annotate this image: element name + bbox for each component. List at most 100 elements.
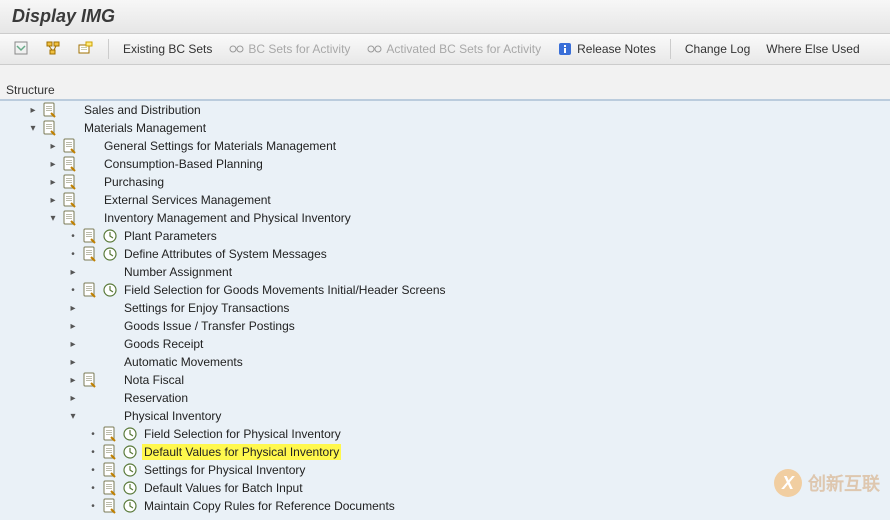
tree-row[interactable]: ▸ Reservation <box>0 389 890 407</box>
expand-toggle[interactable]: ▸ <box>48 177 58 187</box>
tree-node-label[interactable]: Define Attributes of System Messages <box>122 246 329 262</box>
tree-row[interactable]: ▾ Inventory Management and Physical Inven… <box>0 209 890 227</box>
expand-toggle[interactable]: ▸ <box>68 393 78 403</box>
tree-row[interactable]: ▸ General Settings for Materials Manageme… <box>0 137 890 155</box>
document-icon[interactable] <box>102 444 118 460</box>
document-icon[interactable] <box>82 372 98 388</box>
tree-node-label[interactable]: General Settings for Materials Managemen… <box>102 138 338 154</box>
tree-node-label[interactable]: Goods Receipt <box>122 336 205 352</box>
tree-row[interactable]: ▾ Physical Inventory <box>0 407 890 425</box>
document-icon[interactable] <box>82 246 98 262</box>
tree-node-label[interactable]: Reservation <box>122 390 190 406</box>
bc-sets-activity-button[interactable]: BC Sets for Activity <box>222 38 356 60</box>
expand-toggle[interactable]: ▸ <box>48 141 58 151</box>
tree-node-label[interactable]: External Services Management <box>102 192 273 208</box>
tree-node-label[interactable]: Field Selection for Goods Movements Init… <box>122 282 448 298</box>
tree-row[interactable]: ▸ Settings for Enjoy Transactions <box>0 299 890 317</box>
tree-node-label[interactable]: Automatic Movements <box>122 354 245 370</box>
separator <box>108 39 109 59</box>
expand-toggle[interactable]: ▸ <box>68 375 78 385</box>
document-icon[interactable] <box>102 462 118 478</box>
expand-toggle[interactable]: ▸ <box>28 105 38 115</box>
document-icon[interactable] <box>62 156 78 172</box>
tree-row[interactable]: ▸ Goods Issue / Transfer Postings <box>0 317 890 335</box>
document-icon[interactable] <box>62 192 78 208</box>
hierarchy-button[interactable] <box>40 38 68 60</box>
tree-node-label[interactable]: Settings for Enjoy Transactions <box>122 300 291 316</box>
tree-node-label[interactable]: Plant Parameters <box>122 228 219 244</box>
tree-row[interactable]: • Field Selection for Goods Movements Ini… <box>0 281 890 299</box>
expand-toggle[interactable]: ▸ <box>68 321 78 331</box>
tree-row[interactable]: •Default Values for Physical Inventory <box>0 443 890 461</box>
leaf-bullet: • <box>68 231 78 241</box>
document-icon[interactable] <box>102 426 118 442</box>
leaf-bullet: • <box>68 249 78 259</box>
activated-bc-sets-button[interactable]: Activated BC Sets for Activity <box>360 38 547 60</box>
tree-node-label[interactable]: Physical Inventory <box>122 408 223 424</box>
activity-icon[interactable] <box>122 462 138 478</box>
tree-row[interactable]: • Define Attributes of System Messages <box>0 245 890 263</box>
document-icon[interactable] <box>62 210 78 226</box>
tree-row[interactable]: •Field Selection for Physical Inventory <box>0 425 890 443</box>
tree-node-label[interactable]: Sales and Distribution <box>82 102 203 118</box>
activity-icon[interactable] <box>102 228 118 244</box>
tree-row[interactable]: ▸ External Services Management <box>0 191 890 209</box>
where-else-used-button[interactable]: Where Else Used <box>760 39 865 59</box>
tree-node-label[interactable]: Consumption-Based Planning <box>102 156 265 172</box>
document-icon[interactable] <box>42 102 58 118</box>
tree-node-label[interactable]: Default Values for Physical Inventory <box>142 444 341 460</box>
tree-node-label[interactable]: Maintain Copy Rules for Reference Docume… <box>142 498 397 514</box>
activity-icon[interactable] <box>122 498 138 514</box>
expand-toggle[interactable]: ▸ <box>48 195 58 205</box>
tree-row[interactable]: ▸ Sales and Distribution <box>0 101 890 119</box>
separator <box>670 39 671 59</box>
tree-node-label[interactable]: Nota Fiscal <box>122 372 186 388</box>
tree-node-label[interactable]: Materials Management <box>82 120 208 136</box>
expand-toggle[interactable]: ▸ <box>68 357 78 367</box>
document-icon[interactable] <box>62 174 78 190</box>
tree-row[interactable]: ▸ Number Assignment <box>0 263 890 281</box>
release-notes-button[interactable]: Release Notes <box>551 38 662 60</box>
activity-icon[interactable] <box>122 444 138 460</box>
tree-node-label[interactable]: Purchasing <box>102 174 166 190</box>
tree-row[interactable]: ▸ Nota Fiscal <box>0 371 890 389</box>
activity-icon[interactable] <box>102 246 118 262</box>
tree-row[interactable]: ▾ Materials Management <box>0 119 890 137</box>
document-icon[interactable] <box>82 228 98 244</box>
tree-row[interactable]: • Plant Parameters <box>0 227 890 245</box>
document-icon[interactable] <box>42 120 58 136</box>
tree-node-label[interactable]: Number Assignment <box>122 264 234 280</box>
tree-node-label[interactable]: Default Values for Batch Input <box>142 480 305 496</box>
expand-toggle[interactable]: ▸ <box>68 303 78 313</box>
tree-row[interactable]: ▸ Purchasing <box>0 173 890 191</box>
expand-toggle[interactable]: ▸ <box>48 159 58 169</box>
expand-toggle[interactable]: ▸ <box>68 267 78 277</box>
tree-row[interactable]: •Default Values for Batch Input <box>0 479 890 497</box>
tree-row[interactable]: ▸ Consumption-Based Planning <box>0 155 890 173</box>
expand-toggle[interactable]: ▸ <box>68 339 78 349</box>
tree-node-label[interactable]: Goods Issue / Transfer Postings <box>122 318 297 334</box>
find-button[interactable] <box>72 38 100 60</box>
document-icon[interactable] <box>102 480 118 496</box>
document-icon[interactable] <box>62 138 78 154</box>
tree-node-label[interactable]: Field Selection for Physical Inventory <box>142 426 343 442</box>
expand-all-button[interactable] <box>8 38 36 60</box>
collapse-toggle[interactable]: ▾ <box>28 123 38 133</box>
existing-bc-sets-button[interactable]: Existing BC Sets <box>117 39 218 59</box>
tree-row[interactable]: ▸ Goods Receipt <box>0 335 890 353</box>
tree-row[interactable]: • Maintain Copy Rules for Reference Docum… <box>0 497 890 515</box>
tree-row[interactable]: •Settings for Physical Inventory <box>0 461 890 479</box>
leaf-bullet: • <box>88 501 98 511</box>
leaf-bullet: • <box>68 285 78 295</box>
tree-node-label[interactable]: Inventory Management and Physical Invent… <box>102 210 353 226</box>
activity-icon[interactable] <box>122 426 138 442</box>
collapse-toggle[interactable]: ▾ <box>68 411 78 421</box>
activity-icon[interactable] <box>122 480 138 496</box>
change-log-button[interactable]: Change Log <box>679 39 756 59</box>
collapse-toggle[interactable]: ▾ <box>48 213 58 223</box>
activity-icon[interactable] <box>102 282 118 298</box>
tree-row[interactable]: ▸ Automatic Movements <box>0 353 890 371</box>
document-icon[interactable] <box>82 282 98 298</box>
tree-node-label[interactable]: Settings for Physical Inventory <box>142 462 307 478</box>
document-icon[interactable] <box>102 498 118 514</box>
